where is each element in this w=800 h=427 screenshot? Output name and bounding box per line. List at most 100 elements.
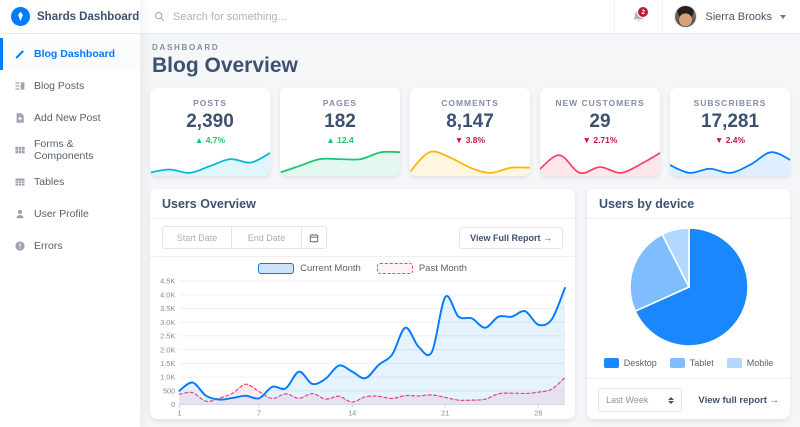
new-customers-sparkline [540,146,660,176]
start-date-input[interactable] [162,226,232,249]
sidebar-item-label: Add New Post [34,112,101,124]
sidebar: Shards Dashboard Blog Dashboard Blog Pos… [0,0,140,427]
svg-text:3.0K: 3.0K [160,318,175,327]
stat-label: SUBSCRIBERS [670,98,790,108]
device-legend: Desktop Tablet Mobile [587,351,790,378]
sidebar-item-errors[interactable]: Errors [0,230,140,262]
sidebar-item-label: Errors [34,240,63,252]
notifications-button[interactable]: 2 [614,0,662,33]
view-full-report-button[interactable]: View Full Report → [459,227,563,249]
sidebar-item-user-profile[interactable]: User Profile [0,198,140,230]
error-icon [13,240,26,253]
shards-logo-icon [11,7,30,26]
trend-down-icon: ▼ [715,135,723,145]
overview-legend: Current Month Past Month [150,257,575,275]
calendar-button[interactable] [302,226,327,249]
subscribers-sparkline [670,146,790,176]
select-arrows-icon [668,397,674,404]
svg-text:1.0K: 1.0K [160,373,175,382]
note-add-icon [13,112,26,125]
svg-text:3.5K: 3.5K [160,304,175,313]
past-month-swatch [377,263,413,274]
sidebar-item-add-new-post[interactable]: Add New Post [0,102,140,134]
main-content: DASHBOARD Blog Overview POSTS 2,390 ▲ 4.… [140,34,800,427]
stat-value: 17,281 [670,111,790,133]
sidebar-nav: Blog Dashboard Blog Posts Add New Post F… [0,34,140,262]
sidebar-item-blog-posts[interactable]: Blog Posts [0,70,140,102]
stats-row: POSTS 2,390 ▲ 4.7% PAGES 182 ▲ 12.4 COMM… [150,88,790,176]
legend-tablet: Tablet [670,358,714,368]
stat-card-subscribers: SUBSCRIBERS 17,281 ▼ 2.4% [670,88,790,176]
users-overview-toolbar: View Full Report → [150,219,575,257]
stat-card-posts: POSTS 2,390 ▲ 4.7% [150,88,270,176]
brand-title: Shards Dashboard [37,11,139,23]
stat-label: POSTS [150,98,270,108]
person-icon [13,208,26,221]
calendar-icon [309,233,319,243]
sidebar-item-forms-components[interactable]: Forms & Components [0,134,140,166]
avatar [674,5,697,28]
stat-delta: ▼ 2.4% [670,135,790,145]
svg-text:2.5K: 2.5K [160,332,175,341]
sidebar-item-label: Blog Posts [34,80,84,92]
users-by-device-title: Users by device [587,189,790,219]
svg-text:7: 7 [257,409,261,418]
desktop-swatch [604,358,619,368]
stat-delta: ▲ 4.7% [150,135,270,145]
users-overview-chart-area: 05001.0K1.5K2.0K2.5K3.0K3.5K4.0K4.5K1714… [150,275,575,419]
search-icon [154,11,165,22]
svg-text:21: 21 [441,409,449,418]
users-by-device-card: Users by device Desktop Tablet Mobile [587,189,790,419]
time-range-select[interactable]: Last Week [598,388,682,412]
stat-value: 29 [540,111,660,133]
navbar-actions: 2 Sierra Brooks [614,0,800,33]
device-pie-area [587,219,790,351]
caret-down-icon [780,15,786,19]
sidebar-item-label: Blog Dashboard [34,48,115,60]
search-bar [140,0,614,33]
svg-text:14: 14 [348,409,356,418]
pages-sparkline [280,146,400,176]
sidebar-item-tables[interactable]: Tables [0,166,140,198]
end-date-input[interactable] [232,226,302,249]
users-overview-card: Users Overview View Full Report → Curren… [150,189,575,419]
stat-label: COMMENTS [410,98,530,108]
svg-text:0: 0 [171,400,175,409]
legend-mobile: Mobile [727,358,774,368]
stat-delta: ▼ 2.71% [540,135,660,145]
current-month-swatch [258,263,294,274]
page-title: Blog Overview [150,52,790,88]
stat-card-pages: PAGES 182 ▲ 12.4 [280,88,400,176]
svg-text:1.5K: 1.5K [160,359,175,368]
legend-desktop: Desktop [604,358,657,368]
breadcrumb: DASHBOARD [150,43,790,52]
view-full-report-link[interactable]: View full report → [698,395,779,406]
search-input[interactable] [173,11,600,23]
svg-text:4.5K: 4.5K [160,277,175,286]
device-footer: Last Week View full report → [587,378,790,419]
posts-sparkline [150,146,270,176]
trend-up-icon: ▲ [326,135,334,145]
stat-delta: ▼ 3.8% [410,135,530,145]
table-icon [13,176,26,189]
stat-card-comments: COMMENTS 8,147 ▼ 3.8% [410,88,530,176]
tablet-swatch [670,358,685,368]
stat-delta: ▲ 12.4 [280,135,400,145]
user-name: Sierra Brooks [705,11,772,23]
svg-text:4.0K: 4.0K [160,290,175,299]
trend-down-icon: ▼ [583,135,591,145]
trend-down-icon: ▼ [455,135,463,145]
sidebar-item-label: User Profile [34,208,89,220]
users-overview-title: Users Overview [150,189,575,219]
user-menu[interactable]: Sierra Brooks [662,0,800,33]
stat-label: PAGES [280,98,400,108]
users-by-device-pie-chart[interactable] [625,223,753,351]
sidebar-item-blog-dashboard[interactable]: Blog Dashboard [0,38,140,70]
vertical-split-icon [13,80,26,93]
charts-row: Users Overview View Full Report → Curren… [150,189,790,419]
stat-value: 2,390 [150,111,270,133]
brand[interactable]: Shards Dashboard [0,0,140,34]
mobile-swatch [727,358,742,368]
users-overview-chart[interactable]: 05001.0K1.5K2.0K2.5K3.0K3.5K4.0K4.5K1714… [152,276,571,418]
trend-up-icon: ▲ [195,135,203,145]
